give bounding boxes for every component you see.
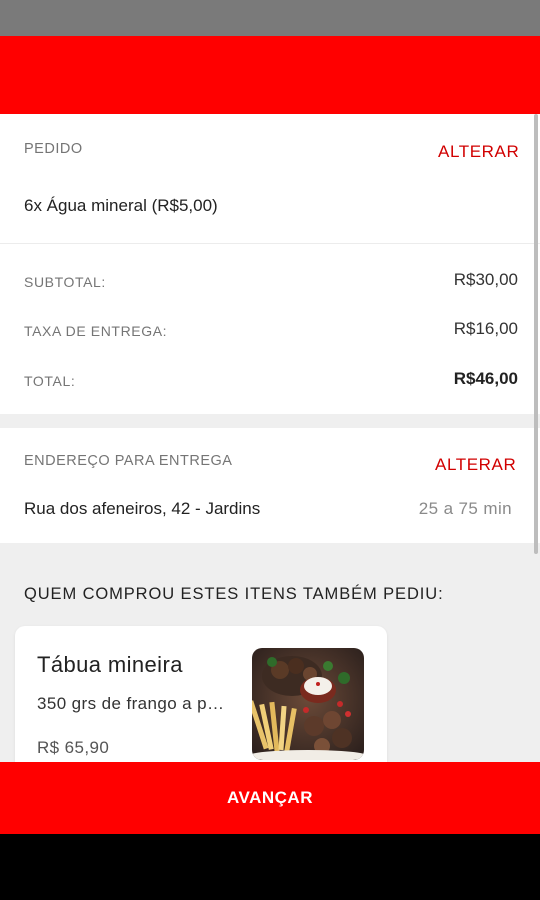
- scrollbar[interactable]: [534, 114, 538, 554]
- address-card: ENDEREÇO PARA ENTREGA ALTERAR Rua dos af…: [0, 428, 540, 543]
- alter-address-button[interactable]: ALTERAR: [435, 455, 516, 475]
- divider: [0, 243, 540, 244]
- delivery-fee-value: R$16,00: [453, 319, 518, 338]
- advance-button-label: AVANÇAR: [227, 788, 313, 807]
- checkout-content[interactable]: PEDIDO ALTERAR 6x Água mineral (R$5,00) …: [0, 114, 540, 762]
- total-label: TOTAL:: [24, 373, 76, 389]
- delivery-address: Rua dos afeneiros, 42 - Jardins: [24, 499, 261, 518]
- suggestions-heading: QUEM COMPROU ESTES ITENS TAMBÉM PEDIU:: [24, 585, 444, 603]
- advance-button[interactable]: AVANÇAR: [0, 762, 540, 834]
- order-item-line: 6x Água mineral (R$5,00): [24, 196, 218, 215]
- product-description: 350 grs de frango a passarinho: [37, 694, 233, 713]
- delivery-fee-label: TAXA DE ENTREGA:: [24, 323, 168, 339]
- subtotal-value: R$30,00: [453, 270, 518, 289]
- order-card: PEDIDO ALTERAR 6x Água mineral (R$5,00) …: [0, 114, 540, 414]
- alter-order-button[interactable]: ALTERAR: [438, 142, 519, 162]
- suggested-product-card[interactable]: Tábua mineira 350 grs de frango a passar…: [15, 626, 387, 762]
- app-bar: [0, 36, 540, 114]
- delivery-eta: 25 a 75 min: [418, 499, 512, 518]
- status-bar: [0, 0, 540, 36]
- order-section-label: PEDIDO: [24, 141, 83, 157]
- product-image: [252, 648, 364, 760]
- product-price: R$ 65,90: [37, 738, 110, 757]
- system-nav-bar: [0, 834, 540, 900]
- address-section-label: ENDEREÇO PARA ENTREGA: [24, 453, 233, 469]
- food-platter-photo-icon: [252, 648, 364, 760]
- product-name: Tábua mineira: [37, 652, 183, 677]
- total-value: R$46,00: [453, 369, 518, 388]
- subtotal-label: SUBTOTAL:: [24, 274, 106, 290]
